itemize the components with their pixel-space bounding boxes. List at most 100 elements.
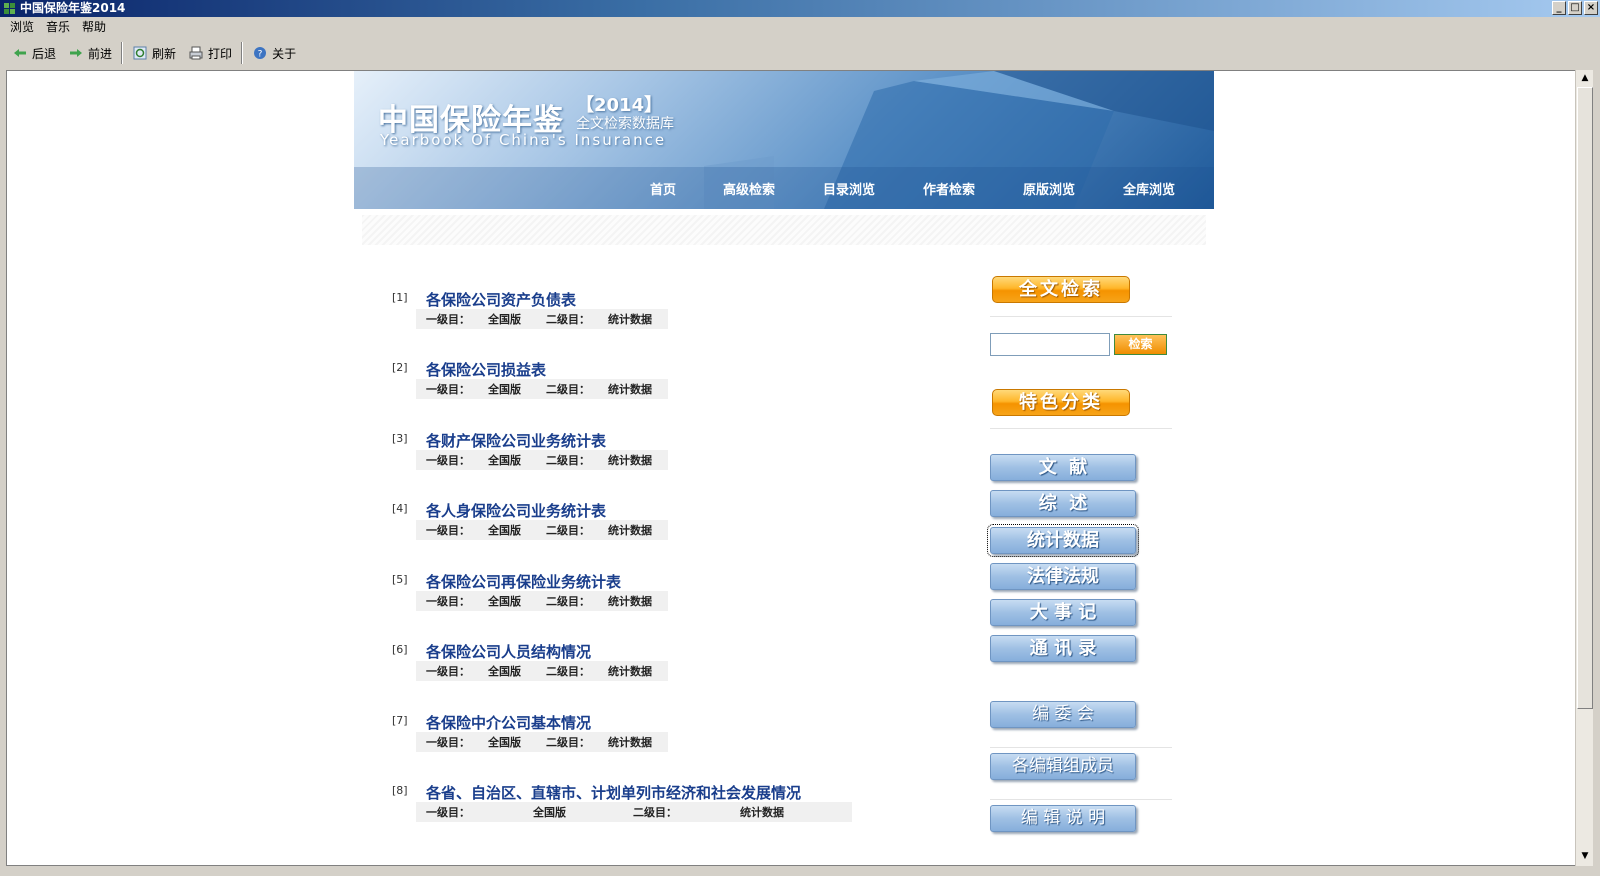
vertical-scrollbar[interactable]: ▲ ▼ (1575, 70, 1593, 866)
divider (990, 428, 1172, 429)
menu-browse[interactable]: 浏览 (4, 17, 40, 37)
nav-advanced-search[interactable]: 高级检索 (723, 179, 775, 198)
menu-music[interactable]: 音乐 (40, 17, 76, 37)
editorial-board-button[interactable]: 编 委 会 (990, 701, 1136, 728)
list-item: [3] 各财产保险公司业务统计表 一级目： 全国版 二级目： 统计数据 (392, 430, 952, 480)
menu-bar: 浏览 音乐 帮助 (0, 17, 1600, 37)
nav-full-library[interactable]: 全库浏览 (1123, 179, 1175, 198)
list-item: [2] 各保险公司损益表 一级目： 全国版 二级目： 统计数据 (392, 359, 952, 409)
level2-value: 统计数据 (608, 736, 652, 749)
level2-label: 二级目： (546, 524, 590, 537)
level1-label: 一级目： (426, 736, 470, 749)
forward-label: 前进 (88, 46, 113, 61)
result-title-link[interactable]: 各保险中介公司基本情况 (426, 712, 591, 733)
category-events-button[interactable]: 大 事 记 (990, 599, 1136, 626)
list-item: [6] 各保险公司人员结构情况 一级目： 全国版 二级目： 统计数据 (392, 641, 952, 691)
scroll-thumb[interactable] (1577, 87, 1593, 709)
content-pane: 中国保险年鉴 【2014】 全文检索数据库 Yearbook Of China'… (6, 70, 1576, 866)
status-bar (0, 866, 1600, 876)
print-button[interactable]: 打印 (182, 41, 238, 65)
level1-label: 一级目： (426, 806, 470, 819)
toolbar-separator (121, 42, 124, 64)
forward-arrow-icon (70, 49, 83, 57)
list-item: [7] 各保险中介公司基本情况 一级目： 全国版 二级目： 统计数据 (392, 712, 952, 762)
forward-button[interactable]: 前进 (62, 41, 118, 65)
maximize-button[interactable]: □ (1568, 1, 1582, 15)
level2-label: 二级目： (546, 736, 590, 749)
print-label: 打印 (208, 46, 233, 61)
result-title-link[interactable]: 各人身保险公司业务统计表 (426, 500, 606, 521)
level2-value: 统计数据 (608, 383, 652, 396)
refresh-label: 刷新 (152, 46, 177, 61)
close-button[interactable]: × (1584, 1, 1598, 15)
search-input[interactable] (990, 333, 1110, 356)
divider (990, 799, 1172, 800)
nav-home[interactable]: 首页 (650, 179, 676, 198)
back-button[interactable]: 后退 (6, 41, 62, 65)
result-number: [5] (392, 573, 408, 586)
result-meta: 一级目： 全国版 二级目： 统计数据 (416, 732, 668, 752)
level2-value: 统计数据 (608, 595, 652, 608)
level2-value: 统计数据 (608, 665, 652, 678)
result-meta: 一级目： 全国版 二级目： 统计数据 (416, 450, 668, 470)
category-directory-button[interactable]: 通 讯 录 (990, 635, 1136, 662)
search-button[interactable]: 检索 (1114, 334, 1167, 355)
result-title-link[interactable]: 各省、自治区、直辖市、计划单列市经济和社会发展情况 (426, 782, 801, 803)
level2-label: 二级目： (546, 595, 590, 608)
result-number: [3] (392, 432, 408, 445)
level1-value: 全国版 (488, 524, 521, 537)
printer-icon (189, 46, 203, 60)
result-title-link[interactable]: 各财产保险公司业务统计表 (426, 430, 606, 451)
featured-category-header[interactable]: 特色分类 (992, 389, 1130, 416)
level1-value: 全国版 (488, 313, 521, 326)
level2-label: 二级目： (546, 313, 590, 326)
level2-value: 统计数据 (608, 454, 652, 467)
category-literature-button[interactable]: 文 献 (990, 454, 1136, 481)
nav-author-search[interactable]: 作者检索 (923, 179, 975, 198)
result-meta: 一级目： 全国版 二级目： 统计数据 (416, 802, 852, 822)
menu-help[interactable]: 帮助 (76, 17, 112, 37)
divider (990, 316, 1172, 317)
scroll-down-arrow-icon[interactable]: ▼ (1577, 848, 1593, 864)
list-item: [1] 各保险公司资产负债表 一级目： 全国版 二级目： 统计数据 (392, 289, 952, 339)
result-number: [2] (392, 361, 408, 374)
editorial-notes-button[interactable]: 编 辑 说 明 (990, 805, 1136, 832)
refresh-button[interactable]: 刷新 (126, 41, 182, 65)
level1-label: 一级目： (426, 454, 470, 467)
result-title-link[interactable]: 各保险公司人员结构情况 (426, 641, 591, 662)
result-title-link[interactable]: 各保险公司损益表 (426, 359, 546, 380)
list-item: [8] 各省、自治区、直辖市、计划单列市经济和社会发展情况 一级目： 全国版 二… (392, 782, 952, 832)
level1-value: 全国版 (488, 665, 521, 678)
scroll-up-arrow-icon[interactable]: ▲ (1577, 70, 1593, 86)
minimize-button[interactable]: _ (1552, 1, 1566, 15)
result-meta: 一级目： 全国版 二级目： 统计数据 (416, 591, 668, 611)
back-label: 后退 (32, 46, 57, 61)
nav-catalog-browse[interactable]: 目录浏览 (823, 179, 875, 198)
result-number: [1] (392, 291, 408, 304)
level2-label: 二级目： (546, 665, 590, 678)
category-review-button[interactable]: 综 述 (990, 490, 1136, 517)
about-label: 关于 (272, 46, 297, 61)
nav-original-browse[interactable]: 原版浏览 (1023, 179, 1075, 198)
fulltext-search-header[interactable]: 全文检索 (992, 276, 1130, 303)
refresh-icon (133, 46, 147, 60)
editorial-members-button[interactable]: 各编辑组成员 (990, 753, 1136, 780)
level1-value: 全国版 (488, 383, 521, 396)
back-arrow-icon (14, 49, 26, 57)
level1-label: 一级目： (426, 595, 470, 608)
result-title-link[interactable]: 各保险公司资产负债表 (426, 289, 576, 310)
result-meta: 一级目： 全国版 二级目： 统计数据 (416, 309, 668, 329)
result-title-link[interactable]: 各保险公司再保险业务统计表 (426, 571, 621, 592)
level1-value: 全国版 (533, 806, 566, 819)
list-item: [5] 各保险公司再保险业务统计表 一级目： 全国版 二级目： 统计数据 (392, 571, 952, 621)
category-statistics-button[interactable]: 统计数据 (987, 524, 1139, 557)
result-number: [7] (392, 714, 408, 727)
banner-subtitle: 全文检索数据库 (576, 116, 674, 132)
category-laws-button[interactable]: 法律法规 (990, 563, 1136, 590)
result-meta: 一级目： 全国版 二级目： 统计数据 (416, 379, 668, 399)
result-meta: 一级目： 全国版 二级目： 统计数据 (416, 661, 668, 681)
banner-english-title: Yearbook Of China's Insurance (380, 131, 667, 149)
result-number: [8] (392, 784, 408, 797)
level1-label: 一级目： (426, 524, 470, 537)
about-button[interactable]: ? 关于 (246, 41, 302, 65)
